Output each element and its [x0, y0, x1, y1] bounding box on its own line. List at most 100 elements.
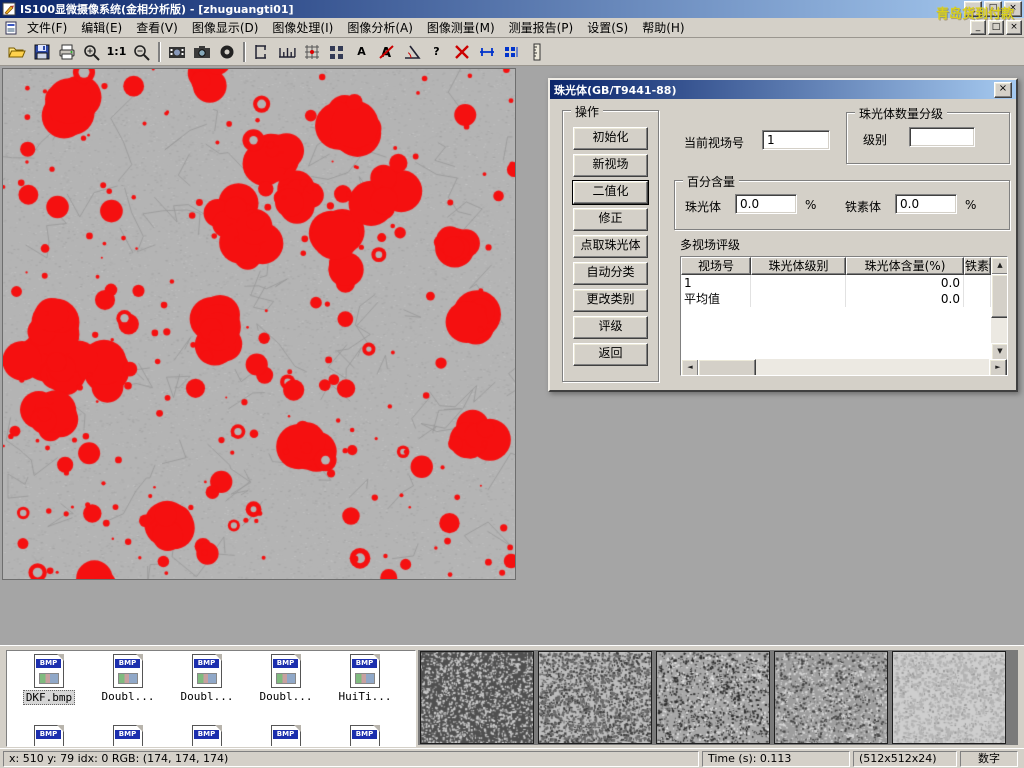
blue-grid-icon	[502, 43, 522, 61]
ruler-icon	[527, 43, 547, 61]
delete-measure-button[interactable]	[449, 40, 474, 63]
block-select-button[interactable]	[324, 40, 349, 63]
new-field-button[interactable]: 新视场	[573, 154, 648, 177]
bmp-file-icon: BMP	[350, 725, 380, 747]
bottom-panel: BMP DKF.bmp BMP Doubl... BMP Doubl... BM…	[0, 645, 1024, 748]
thumbnail-strip	[418, 650, 1018, 745]
file-name[interactable]: HuiTi...	[337, 690, 394, 703]
mdi-restore-button[interactable]: □	[988, 20, 1004, 35]
menu-item-image-processing[interactable]: 图像处理(I)	[265, 17, 340, 38]
scale-ruler-button[interactable]	[274, 40, 299, 63]
menu-item-edit[interactable]: 编辑(E)	[74, 17, 129, 38]
vertical-ruler-button[interactable]	[524, 40, 549, 63]
change-class-button[interactable]: 更改类别	[573, 289, 648, 312]
metallographic-image[interactable]	[2, 68, 516, 580]
table-row[interactable]: 1 0.0	[681, 275, 991, 291]
menu-item-measure-report[interactable]: 测量报告(P)	[502, 17, 581, 38]
file-item[interactable]: BMP DKF.bmp	[11, 654, 87, 705]
mdi-child-icon[interactable]	[4, 21, 18, 35]
menu-item-image-display[interactable]: 图像显示(D)	[185, 17, 266, 38]
window-title: IS100显微摄像系统(金相分析版) - [zhuguangti01]	[20, 1, 962, 17]
grid-measure-button[interactable]	[299, 40, 324, 63]
thumbnail-1[interactable]	[420, 651, 534, 744]
mdi-close-button[interactable]: ×	[1006, 20, 1022, 35]
auto-classify-button[interactable]: 自动分类	[573, 262, 648, 285]
current-field-input[interactable]	[762, 130, 830, 150]
bmp-file-icon: BMP	[192, 725, 222, 747]
caliper-icon	[252, 43, 272, 61]
file-item[interactable]: BMP Doubl...	[169, 654, 245, 703]
file-name[interactable]: Doubl...	[258, 690, 315, 703]
rate-button[interactable]: 评级	[573, 316, 648, 339]
zoom-in-button[interactable]	[79, 40, 104, 63]
mode-indicator: 数字	[960, 751, 1018, 767]
binarize-button[interactable]: 二值化	[573, 181, 648, 204]
print-button[interactable]	[54, 40, 79, 63]
thumbnail-2[interactable]	[538, 651, 652, 744]
scroll-up-button[interactable]: ▲	[991, 257, 1008, 275]
open-button[interactable]	[4, 40, 29, 63]
thumbnail-5[interactable]	[892, 651, 1006, 744]
ferrite-percent-input[interactable]	[895, 194, 957, 214]
vertical-scroll-thumb[interactable]	[991, 274, 1008, 318]
file-item[interactable]: BMP	[248, 725, 324, 747]
save-button[interactable]	[29, 40, 54, 63]
return-button[interactable]: 返回	[573, 343, 648, 366]
text-annotation-button[interactable]: A	[349, 40, 374, 63]
file-item[interactable]: BMP Doubl...	[248, 654, 324, 703]
header-level[interactable]: 珠光体级别	[751, 257, 846, 275]
menu-item-help[interactable]: 帮助(H)	[635, 17, 691, 38]
operations-group-label: 操作	[571, 103, 603, 120]
file-item[interactable]: BMP	[90, 725, 166, 747]
table-row[interactable]: 平均值 0.0	[681, 291, 991, 307]
aperture-button[interactable]	[214, 40, 239, 63]
correct-button[interactable]: 修正	[573, 208, 648, 231]
angle-measure-button[interactable]	[399, 40, 424, 63]
thumbnail-4[interactable]	[774, 651, 888, 744]
area-measure-button[interactable]	[499, 40, 524, 63]
mdi-minimize-button[interactable]: _	[970, 20, 986, 35]
dialog-close-button[interactable]: ×	[994, 82, 1012, 98]
file-name[interactable]: Doubl...	[179, 690, 236, 703]
caliper-measure-button[interactable]	[249, 40, 274, 63]
header-pearlite[interactable]: 珠光体含量(%)	[846, 257, 964, 275]
delete-text-button[interactable]: A	[374, 40, 399, 63]
file-item[interactable]: BMP HuiTi...	[327, 654, 403, 703]
vertical-scrollbar[interactable]: ▲ ▼	[991, 257, 1007, 361]
length-measure-button[interactable]	[474, 40, 499, 63]
header-field[interactable]: 视场号	[681, 257, 751, 275]
actual-size-button[interactable]: 1:1	[104, 40, 129, 63]
blue-caliper-icon	[477, 43, 497, 61]
capture-button[interactable]	[189, 40, 214, 63]
pick-pearlite-button[interactable]: 点取珠光体	[573, 235, 648, 258]
header-ferrite[interactable]: 铁素体含量(%)	[964, 257, 991, 275]
text-strike-icon: A	[377, 43, 397, 61]
menu-item-settings[interactable]: 设置(S)	[580, 17, 635, 38]
menu-item-image-measure[interactable]: 图像测量(M)	[420, 17, 502, 38]
scroll-left-button[interactable]: ◄	[681, 359, 699, 376]
file-item[interactable]: BMP	[169, 725, 245, 747]
dialog-title-bar[interactable]: 珠光体(GB/T9441-88) ×	[550, 80, 1016, 99]
file-name[interactable]: DKF.bmp	[23, 690, 75, 705]
level-input[interactable]	[909, 127, 975, 147]
menu-item-image-analysis[interactable]: 图像分析(A)	[340, 17, 420, 38]
initialize-button[interactable]: 初始化	[573, 127, 648, 150]
help-button[interactable]: ?	[424, 40, 449, 63]
menu-item-view[interactable]: 查看(V)	[129, 17, 185, 38]
scroll-right-button[interactable]: ►	[989, 359, 1007, 376]
video-source-button[interactable]	[164, 40, 189, 63]
pearlite-percent-input[interactable]	[735, 194, 797, 214]
thumbnail-3[interactable]	[656, 651, 770, 744]
camera-icon	[192, 43, 212, 61]
horizontal-scrollbar[interactable]: ◄ ►	[681, 359, 1007, 375]
workspace: 珠光体(GB/T9441-88) × 操作 初始化 新视场 二值化 修正 点取珠…	[0, 66, 1024, 645]
file-item[interactable]: BMP	[327, 725, 403, 747]
file-name[interactable]: Doubl...	[100, 690, 157, 703]
horizontal-scroll-thumb[interactable]	[698, 359, 756, 376]
angle-icon	[402, 43, 422, 61]
file-item[interactable]: BMP Doubl...	[90, 654, 166, 703]
file-item[interactable]: BMP	[11, 725, 87, 747]
time-info: Time (s): 0.113	[702, 751, 850, 767]
zoom-out-button[interactable]	[129, 40, 154, 63]
menu-item-file[interactable]: 文件(F)	[20, 17, 74, 38]
